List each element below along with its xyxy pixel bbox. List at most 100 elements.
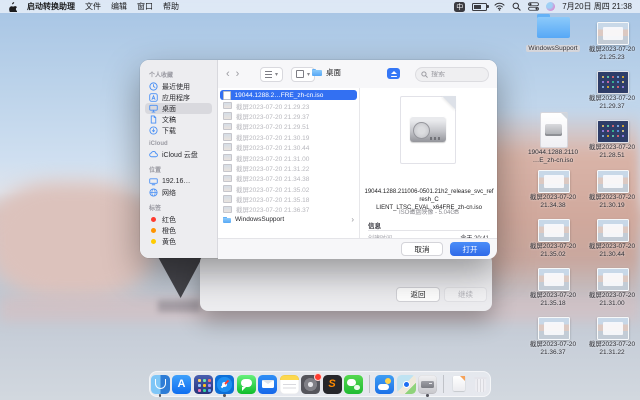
wifi-icon[interactable] [494,2,505,11]
back-nav-button[interactable]: ‹ [226,67,230,81]
desktop-screenshot[interactable] [597,317,629,340]
dock-weather-icon[interactable] [375,375,394,394]
desktop-icon [149,104,158,113]
desktop-label[interactable]: 截屏2023-07-2021.34.38 [524,194,582,210]
eject-button[interactable] [387,68,400,79]
file-row[interactable]: 截屏2023-07-20 21.35.02 [220,184,357,194]
sidebar-item-documents[interactable]: 文稿 [145,114,212,125]
file-row-iso[interactable]: 19044.1288.2…FRE_zh-cn.iso [220,90,357,100]
sidebar-item-icloud-drive[interactable]: iCloud 云盘 [145,149,212,160]
desktop-label[interactable]: WindowsSupport [524,45,582,53]
sidebar-item-tag-red[interactable]: 红色 [145,214,212,225]
dock-documents-icon[interactable] [449,375,468,394]
search-field[interactable] [415,67,489,82]
menu-window[interactable]: 窗口 [137,1,153,12]
apple-menu-icon[interactable] [8,1,17,12]
desktop-label[interactable]: 截屏2023-07-2021.25.23 [583,46,640,62]
dock-system-settings-icon[interactable] [301,375,320,394]
desktop-screenshot[interactable] [597,170,629,193]
sidebar-item-recents[interactable]: 最近使用 [145,81,212,92]
desktop-folder-windowssupport[interactable] [537,14,570,39]
open-button[interactable]: 打开 [450,242,490,256]
dock-mail-icon[interactable] [258,375,277,394]
file-row[interactable]: 截屏2023-07-20 21.31.00 [220,152,357,162]
desktop-label[interactable]: 截屏2023-07-2021.36.37 [524,341,582,357]
cancel-button[interactable]: 取消 [401,242,443,256]
desktop-label[interactable]: 截屏2023-07-2021.31.00 [583,292,640,308]
desktop-label[interactable]: 截屏2023-07-2021.30.44 [583,243,640,259]
file-row[interactable]: 截屏2023-07-20 21.34.38 [220,173,357,183]
dock-wechat-icon[interactable] [344,375,363,394]
search-icon [421,71,428,78]
desktop-label[interactable]: 截屏2023-07-2021.30.19 [583,194,640,210]
file-row[interactable]: 截屏2023-07-20 21.29.37 [220,111,357,121]
desktop-label[interactable]: 截屏2023-07-2021.35.18 [524,292,582,308]
back-button[interactable]: 返回 [396,287,440,302]
sidebar-item-tag-yellow[interactable]: 黄色 [145,236,212,247]
file-row-folder[interactable]: WindowsSupport› [220,215,357,225]
sidebar-section-tags: 标签 [149,203,212,212]
continue-button[interactable]: 继续 [444,287,487,302]
control-center-icon[interactable] [528,2,539,11]
desktop-label[interactable]: 截屏2023-07-2021.35.02 [524,243,582,259]
dock-launchpad-icon[interactable] [194,375,213,394]
file-row[interactable]: 截屏2023-07-20 21.29.51 [220,121,357,131]
siri-icon[interactable] [546,2,555,11]
menu-edit[interactable]: 编辑 [111,1,127,12]
dock-maps-icon[interactable] [397,375,416,394]
dock-notes-icon[interactable] [280,375,299,394]
file-row[interactable]: 截屏2023-07-20 21.30.19 [220,132,357,142]
file-row[interactable]: 截屏2023-07-20 21.31.22 [220,163,357,173]
dock-finder-icon[interactable] [151,375,170,394]
preview-file-meta: ISO磁盘映像 - 5.04GB [364,207,494,216]
forward-nav-button[interactable]: › [236,67,240,81]
red-tag-dot [151,217,156,222]
desktop-screenshot[interactable] [597,71,629,94]
file-row[interactable]: 截屏2023-07-20 21.35.18 [220,194,357,204]
desktop-screenshot[interactable] [538,219,570,242]
view-mode-button[interactable]: ▾ [260,67,283,82]
app-menu-title[interactable]: 启动转换助理 [27,1,75,12]
sidebar-item-desktop[interactable]: 桌面 [145,103,212,114]
desktop-label[interactable]: 截屏2023-07-2021.31.22 [583,341,640,357]
sidebar-item-tag-orange[interactable]: 橙色 [145,225,212,236]
dock-s-lightning-app-icon[interactable]: S [323,375,342,394]
list-view-icon [265,71,272,78]
group-icon [296,70,304,78]
dock-trash-icon[interactable] [471,375,490,394]
image-file-icon [223,154,232,162]
sidebar-item-network[interactable]: 网络 [145,187,212,198]
desktop-screenshot[interactable] [538,317,570,340]
image-file-icon [223,206,232,214]
menu-help[interactable]: 帮助 [163,1,179,12]
desktop-label[interactable]: 截屏2023-07-2021.28.51 [583,144,640,160]
dock-safari-icon[interactable] [215,375,234,394]
menu-bar-clock[interactable]: 7月20日 周四 21:38 [562,1,632,12]
desktop-screenshot[interactable] [538,170,570,193]
location-popup[interactable]: 桌面 [312,67,341,78]
desktop-screenshot[interactable] [597,268,629,291]
spotlight-icon[interactable] [512,2,521,11]
desktop-screenshot[interactable] [597,22,629,45]
file-row[interactable]: 截屏2023-07-20 21.29.23 [220,100,357,110]
desktop-label[interactable]: 19044.1288.2110…E_zh-cn.iso [524,149,582,165]
input-method-icon[interactable]: 中 [454,2,465,12]
desktop-iso-file[interactable] [540,112,568,148]
sidebar-item-downloads[interactable]: 下载 [145,125,212,136]
search-input[interactable] [431,71,481,78]
menu-file[interactable]: 文件 [85,1,101,12]
desktop-screenshot[interactable] [538,268,570,291]
desktop-screenshot[interactable] [597,219,629,242]
running-indicator [159,394,161,396]
sidebar-item-network-computer[interactable]: 192.16… [145,176,212,187]
file-row[interactable]: 截屏2023-07-20 21.30.44 [220,142,357,152]
dock-app-store-icon[interactable]: A [172,375,191,394]
desktop-label[interactable]: 截屏2023-07-2021.29.37 [583,95,640,111]
dock-boot-camp-assistant-icon[interactable] [418,375,437,394]
folder-icon [312,69,322,76]
dock-messages-icon[interactable] [237,375,256,394]
sidebar-item-applications[interactable]: 应用程序 [145,92,212,103]
battery-icon[interactable] [472,3,487,11]
desktop-screenshot[interactable] [597,120,629,143]
file-row[interactable]: 截屏2023-07-20 21.36.37 [220,204,357,214]
